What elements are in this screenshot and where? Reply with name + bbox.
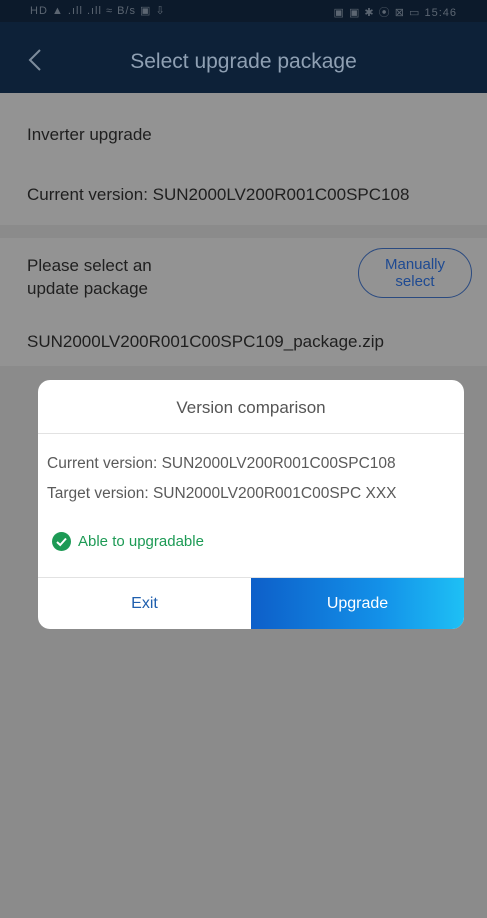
nav-bar: Select upgrade package (0, 22, 487, 93)
inverter-upgrade-title: Inverter upgrade (27, 125, 152, 144)
select-package-prompt: Please select an update package (27, 254, 152, 300)
page-title: Select upgrade package (130, 50, 357, 73)
prompt-line-2: update package (27, 279, 148, 298)
package-section: Please select an update package Manually… (0, 238, 487, 366)
exit-button[interactable]: Exit (38, 578, 251, 629)
dialog-title: Version comparison (176, 398, 326, 417)
upgrade-button[interactable]: Upgrade (251, 578, 464, 629)
check-circle-icon (52, 532, 71, 551)
status-left-indicators: HD ▲ .ıll .ıll ≈ B/s ▣ ⇩ (30, 5, 166, 17)
prompt-line-1: Please select an (27, 256, 152, 275)
selected-package-file[interactable]: SUN2000LV200R001C00SPC109_package.zip (27, 332, 384, 352)
version-comparison-dialog: Version comparison Current version: SUN2… (38, 380, 464, 629)
manual-label-2: select (395, 273, 435, 290)
manual-label-1: Manually (384, 256, 446, 273)
inverter-section: Inverter upgrade Current version: SUN200… (0, 93, 487, 225)
status-right-indicators: ▣ ▣ ✱ ⦿ ⊠ ▭ 15:46 (333, 7, 457, 19)
status-bar: HD ▲ .ıll .ıll ≈ B/s ▣ ⇩ ▣ ▣ ✱ ⦿ ⊠ ▭ 15:… (0, 0, 487, 22)
dialog-target-version: Target version: SUN2000LV200R001C00SPC X… (47, 485, 397, 502)
upgrade-status-text: Able to upgradable (78, 533, 204, 550)
dialog-divider (38, 433, 464, 434)
dialog-current-version: Current version: SUN2000LV200R001C00SPC1… (47, 455, 396, 472)
current-version-text: Current version: SUN2000LV200R001C00SPC1… (27, 185, 410, 204)
manually-select-button[interactable]: Manually select (358, 248, 472, 298)
